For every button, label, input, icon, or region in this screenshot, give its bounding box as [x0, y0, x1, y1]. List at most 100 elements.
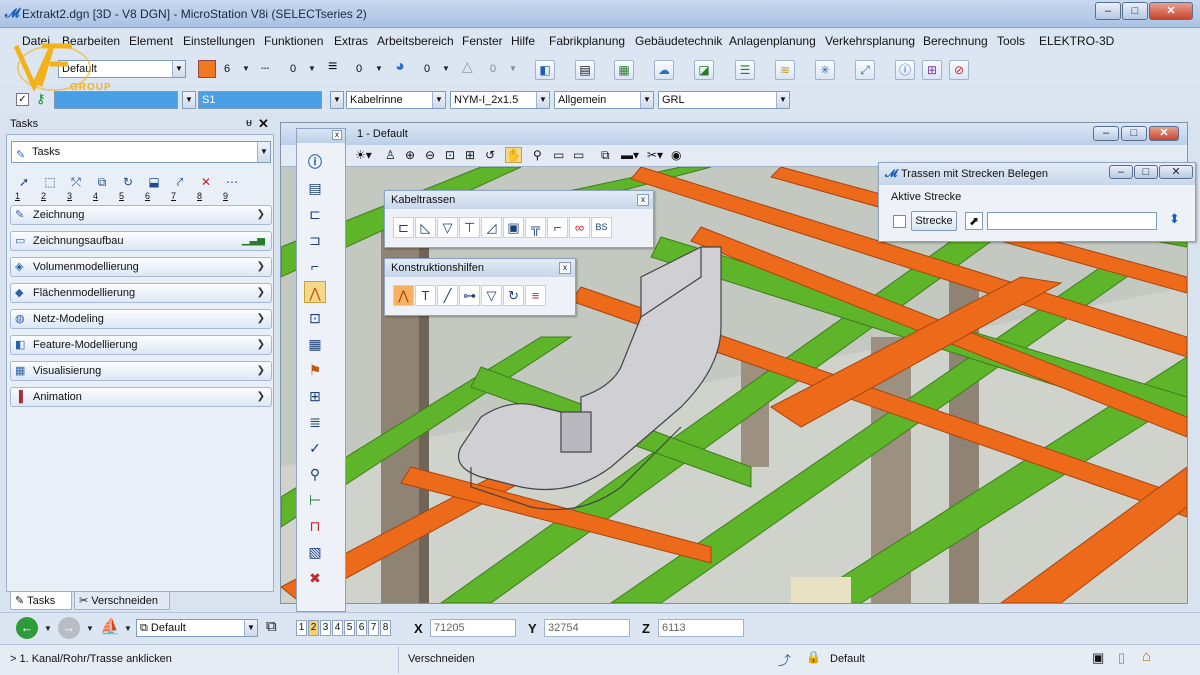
tray-end-icon[interactable]: ⊐ — [304, 229, 326, 251]
spinner-icon[interactable]: ⬍ — [1169, 211, 1180, 227]
menu-extras[interactable]: Extras — [334, 34, 368, 48]
tasks-dropdown[interactable]: ✎ Tasks ▼ — [11, 141, 271, 163]
rotate-view-icon[interactable]: ↺ — [485, 148, 495, 162]
clip-volume-icon[interactable]: ✂▾ — [647, 148, 663, 162]
tab-verschneiden[interactable]: ✂ Verschneiden — [74, 592, 170, 610]
zoom-in-icon[interactable]: ⊕ — [405, 148, 415, 162]
accudraw-icon[interactable]: ⤢ — [855, 60, 875, 80]
snap-icon[interactable]: ✳ — [815, 60, 835, 80]
back-arrow-icon[interactable]: ← — [16, 617, 38, 639]
numbered-list-icon[interactable]: ≣ — [304, 411, 326, 433]
copy-doc-icon[interactable]: ▯ — [1118, 650, 1125, 666]
camera-icon[interactable]: ▬▾ — [621, 148, 639, 162]
menu-funktionen[interactable]: Funktionen — [264, 34, 323, 48]
funnel-icon[interactable]: ▽ — [481, 285, 502, 306]
chevron-down-icon[interactable]: ▼ — [509, 64, 517, 73]
chevron-down-icon[interactable]: ▼ — [86, 624, 94, 633]
levels-stack-icon[interactable]: ≋ — [775, 60, 795, 80]
fit-view-icon[interactable]: ⊞ — [465, 148, 475, 162]
palette-close-icon[interactable]: x — [559, 262, 571, 274]
palette-close-icon[interactable]: x — [637, 194, 649, 206]
diagonal-icon[interactable]: ╱ — [437, 285, 458, 306]
t-profile-icon[interactable]: T — [415, 285, 436, 306]
type-combo[interactable]: Kabelrinne ▼ — [346, 91, 446, 109]
toolbox-close-icon[interactable]: x — [332, 130, 342, 140]
models-icon[interactable]: ▦ — [614, 60, 634, 80]
file-icon[interactable]: ▤ — [575, 60, 595, 80]
menu-anlagenplanung[interactable]: Anlagenplanung — [729, 34, 816, 48]
view-button-3[interactable]: 3 — [320, 620, 331, 636]
view-next-icon[interactable]: ▭ — [573, 148, 584, 162]
lock-icon[interactable]: 🔒 — [806, 650, 821, 664]
delete-icon[interactable]: ✕ — [197, 173, 215, 191]
menu-berechnung[interactable]: Berechnung — [923, 34, 988, 48]
chevron-down-icon[interactable]: ▼ — [442, 64, 450, 73]
accusnap-icon[interactable]: ⤴ — [778, 650, 791, 669]
menu-gebaeudetechnik[interactable]: Gebäudetechnik — [635, 34, 722, 48]
menu-tools[interactable]: Tools — [997, 34, 1025, 48]
route-input[interactable] — [987, 212, 1157, 230]
bs-icon[interactable]: BS — [591, 217, 612, 238]
measure-icon[interactable]: ⋯ — [223, 173, 241, 191]
connector-icon[interactable]: ⊓ — [304, 515, 326, 537]
tab-tasks[interactable]: ✎ Tasks — [10, 592, 72, 610]
level-manager-icon[interactable]: ☰ — [735, 60, 755, 80]
copy-icon[interactable]: ⧉ — [93, 173, 111, 191]
list-icon[interactable]: ▤ — [304, 177, 326, 199]
hierarchy-icon[interactable]: ⊶ — [459, 285, 480, 306]
grl-combo[interactable]: GRL ▼ — [658, 91, 790, 109]
chevron-down-icon[interactable]: ▼ — [308, 64, 316, 73]
menu-element[interactable]: Element — [129, 34, 173, 48]
chevron-down-icon[interactable]: ▼ — [44, 624, 52, 633]
tray-joint-icon[interactable]: ⊡ — [304, 307, 326, 329]
window-area-icon[interactable]: ⊡ — [445, 148, 455, 162]
scale-icon[interactable]: ⬓ — [145, 173, 163, 191]
general-combo[interactable]: Allgemein ▼ — [554, 91, 654, 109]
bend-tray-icon[interactable]: ◺ — [415, 217, 436, 238]
views-icon[interactable]: ☁ — [654, 60, 674, 80]
modify-icon[interactable]: ⤤ — [171, 173, 189, 191]
y-coordinate-field[interactable]: 32754 — [544, 619, 630, 637]
task-group-zeichnungsaufbau[interactable]: ▭ Zeichnungsaufbau ▁▃▅ — [10, 231, 272, 251]
dialog-close-button[interactable]: ✕ — [1159, 165, 1193, 179]
maximize-button[interactable]: □ — [1122, 2, 1148, 20]
dialog-minimize-button[interactable]: – — [1109, 165, 1133, 179]
box-icon[interactable]: ▣ — [503, 217, 524, 238]
info-icon[interactable]: ⓘ — [304, 151, 326, 173]
view-button-7[interactable]: 7 — [368, 620, 379, 636]
grid-icon[interactable]: ⊞ — [922, 60, 942, 80]
task-group-feature-modellierung[interactable]: ◧ Feature-Modellierung ❯ — [10, 335, 272, 355]
info-icon[interactable]: ⓘ — [895, 60, 915, 80]
chevron-down-icon[interactable]: ▼ — [375, 64, 383, 73]
branch-icon[interactable]: ⊢ — [304, 489, 326, 511]
support-icon[interactable]: ╦ — [525, 217, 546, 238]
stair-icon[interactable]: ⌐ — [547, 217, 568, 238]
task-group-zeichnung[interactable]: ✎ Zeichnung ❯ — [10, 205, 272, 225]
document-icon[interactable]: ▧ — [304, 541, 326, 563]
menu-fenster[interactable]: Fenster — [462, 34, 503, 48]
step-icon[interactable]: ⌐ — [304, 255, 326, 277]
chevron-down-icon[interactable]: ▼ — [124, 624, 132, 633]
roof-tool-icon[interactable]: ⋀ — [393, 285, 414, 306]
menu-elektro-3d[interactable]: ELEKTRO-3D — [1039, 34, 1114, 48]
copy-view-icon[interactable]: ⧉ — [601, 148, 610, 163]
view-button-1[interactable]: 1 — [296, 620, 307, 636]
tray-section-icon[interactable]: ⊏ — [304, 203, 326, 225]
delete-tray-icon[interactable]: ✖ — [304, 567, 326, 589]
walk-icon[interactable]: ⚲ — [533, 148, 542, 162]
roof-icon[interactable]: ⋀ — [304, 281, 326, 303]
minimize-button[interactable]: – — [1095, 2, 1121, 20]
check-list-icon[interactable]: ✓ — [304, 437, 326, 459]
pan-icon[interactable]: ✋ — [505, 147, 522, 163]
s1-field[interactable]: S1 — [198, 91, 322, 109]
tee-icon[interactable]: ⊤ — [459, 217, 480, 238]
close-button[interactable]: ✕ — [1149, 2, 1193, 20]
pick-arrow-icon[interactable]: ⬈ — [965, 212, 983, 230]
align-icon[interactable]: ≡ — [525, 285, 546, 306]
menu-fabrikplanung[interactable]: Fabrikplanung — [549, 34, 625, 48]
no-entry-icon[interactable]: ⊘ — [949, 60, 969, 80]
panel-close-icon[interactable]: ✕ — [258, 116, 269, 132]
reducer-icon[interactable]: ▽ — [437, 217, 458, 238]
magnifier-icon[interactable]: ⚲ — [304, 463, 326, 485]
zoom-out-icon[interactable]: ⊖ — [425, 148, 435, 162]
